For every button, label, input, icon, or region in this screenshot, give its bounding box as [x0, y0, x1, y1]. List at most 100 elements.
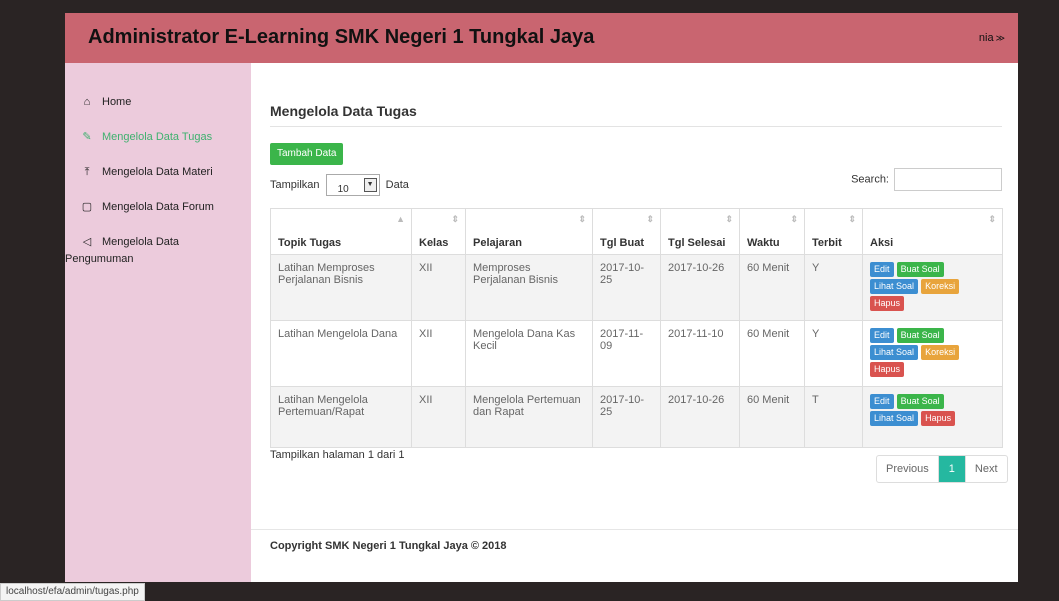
sort-icon: ⇕	[988, 214, 996, 224]
cell-terbit: Y	[804, 254, 863, 321]
edit-button[interactable]: Edit	[870, 328, 894, 343]
buat-soal-button[interactable]: Buat Soal	[896, 394, 944, 409]
sidebar-item-label: Mengelola Data Forum	[102, 201, 214, 213]
divider	[270, 126, 1002, 127]
length-value: 10	[337, 184, 349, 196]
cell-kelas: XII	[411, 386, 466, 448]
cell-topik: Latihan Memproses Perjalanan Bisnis	[270, 254, 412, 321]
footer-divider	[251, 529, 1018, 530]
table-info: Tampilkan halaman 1 dari 1	[270, 449, 405, 461]
cell-topik: Latihan Mengelola Dana	[270, 320, 412, 387]
sort-icon: ⇕	[848, 214, 856, 224]
cell-waktu: 60 Menit	[739, 254, 805, 321]
sort-asc-icon: ▲	[396, 214, 405, 224]
column-header-pelajaran[interactable]: ⇕ Pelajaran	[465, 208, 593, 255]
sidebar-item-label: Home	[102, 96, 132, 108]
pagination-previous[interactable]: Previous	[877, 456, 939, 482]
cell-tgl-buat: 2017-11-09	[592, 320, 661, 387]
lihat-soal-button[interactable]: Lihat Soal	[870, 411, 919, 426]
sidebar-item-pengumuman[interactable]: ◁ Mengelola Data Pengumuman	[65, 234, 180, 268]
cell-tgl-selesai: 2017-10-26	[660, 386, 740, 448]
pagination-page-current[interactable]: 1	[938, 456, 965, 482]
column-header-waktu[interactable]: ⇕ Waktu	[739, 208, 805, 255]
cell-terbit: T	[804, 386, 863, 448]
sort-icon: ⇕	[790, 214, 798, 224]
table-row: Latihan Mengelola Dana XII Mengelola Dan…	[270, 320, 1003, 387]
username: nia	[978, 32, 994, 44]
hapus-button[interactable]: Hapus	[921, 411, 956, 426]
browser-status-url: localhost/efa/admin/tugas.php	[0, 583, 145, 601]
pagination-next[interactable]: Next	[964, 456, 1007, 482]
sort-icon: ⇕	[578, 214, 586, 224]
app-frame: Administrator E-Learning SMK Negeri 1 Tu…	[65, 13, 1018, 582]
sidebar-item-tugas[interactable]: ✎ Mengelola Data Tugas	[80, 129, 212, 146]
sort-icon: ⇕	[725, 214, 733, 224]
sidebar-item-home[interactable]: ⌂ Home	[80, 94, 132, 111]
column-header-terbit[interactable]: ⇕ Terbit	[804, 208, 863, 255]
search-label: Search:	[851, 173, 889, 186]
buat-soal-button[interactable]: Buat Soal	[896, 262, 944, 277]
bullhorn-icon: ◁	[82, 236, 92, 248]
dropdown-arrow-icon: ▼	[363, 178, 377, 193]
add-data-button[interactable]: Tambah Data	[270, 143, 344, 165]
page-title: Mengelola Data Tugas	[270, 103, 417, 119]
hapus-button[interactable]: Hapus	[870, 296, 905, 311]
app-title: Administrator E-Learning SMK Negeri 1 Tu…	[88, 26, 595, 48]
lihat-soal-button[interactable]: Lihat Soal	[870, 279, 919, 294]
sidebar-item-label: Mengelola Data	[102, 236, 180, 248]
cell-pelajaran: Mengelola Dana Kas Kecil	[465, 320, 593, 387]
cell-tgl-selesai: 2017-10-26	[660, 254, 740, 321]
search-input[interactable]	[894, 168, 1002, 191]
cell-waktu: 60 Menit	[739, 320, 805, 387]
chevron-down-icon: ≫	[995, 33, 1005, 43]
edit-button[interactable]: Edit	[870, 394, 894, 409]
tasks-table: ▲ Topik Tugas ⇕ Kelas ⇕ Pelajaran ⇕ Tgl Buat…	[270, 208, 1003, 448]
buat-soal-button[interactable]: Buat Soal	[896, 328, 944, 343]
column-header-tgl-buat[interactable]: ⇕ Tgl Buat	[592, 208, 661, 255]
search-control: Search:	[851, 168, 1002, 191]
sidebar-item-label-line2: Pengumuman	[65, 253, 134, 265]
table-row: Latihan Memproses Perjalanan Bisnis XII …	[270, 254, 1003, 321]
table-row: Latihan Mengelola Pertemuan/Rapat XII Me…	[270, 386, 1003, 448]
user-menu[interactable]: nia ≫	[979, 32, 1005, 44]
cell-aksi: Edit Buat Soal Lihat Soal Koreksi Hapus	[862, 254, 1003, 321]
column-header-kelas[interactable]: ⇕ Kelas	[411, 208, 466, 255]
sidebar-item-label: Mengelola Data Tugas	[102, 131, 213, 143]
sidebar: ⌂ Home ✎ Mengelola Data Tugas ⤒ Mengelola D…	[65, 63, 251, 582]
length-suffix: Data	[385, 179, 409, 191]
sidebar-item-label: Mengelola Data Materi	[102, 166, 213, 178]
column-header-aksi[interactable]: ⇕ Aksi	[862, 208, 1003, 255]
cell-topik: Latihan Mengelola Pertemuan/Rapat	[270, 386, 412, 448]
sidebar-item-forum[interactable]: ▢ Mengelola Data Forum	[80, 199, 214, 216]
column-header-tgl-selesai[interactable]: ⇕ Tgl Selesai	[660, 208, 740, 255]
lihat-soal-button[interactable]: Lihat Soal	[870, 345, 919, 360]
koreksi-button[interactable]: Koreksi	[921, 279, 960, 294]
chat-icon: ▢	[81, 201, 93, 213]
table-header-row: ▲ Topik Tugas ⇕ Kelas ⇕ Pelajaran ⇕ Tgl Buat…	[270, 208, 1003, 255]
length-select[interactable]: 10 ▼	[325, 174, 380, 197]
cell-pelajaran: Mengelola Pertemuan dan Rapat	[465, 386, 593, 448]
cell-tgl-buat: 2017-10-25	[592, 254, 661, 321]
cell-kelas: XII	[411, 254, 466, 321]
top-navbar: Administrator E-Learning SMK Negeri 1 Tu…	[65, 13, 1018, 63]
length-prefix: Tampilkan	[270, 179, 320, 191]
sort-icon: ⇕	[646, 214, 654, 224]
cell-aksi: Edit Buat Soal Lihat Soal Koreksi Hapus	[862, 320, 1003, 387]
sort-icon: ⇕	[451, 214, 459, 224]
home-icon: ⌂	[83, 96, 91, 108]
koreksi-button[interactable]: Koreksi	[921, 345, 960, 360]
cell-tgl-selesai: 2017-11-10	[660, 320, 740, 387]
cell-pelajaran: Memproses Perjalanan Bisnis	[465, 254, 593, 321]
cell-kelas: XII	[411, 320, 466, 387]
cell-aksi: Edit Buat Soal Lihat Soal Hapus	[862, 386, 1003, 448]
sidebar-item-materi[interactable]: ⤒ Mengelola Data Materi	[80, 164, 213, 181]
column-header-topik[interactable]: ▲ Topik Tugas	[270, 208, 412, 255]
cell-terbit: Y	[804, 320, 863, 387]
pagination: Previous 1 Next	[876, 455, 1008, 483]
length-control: Tampilkan 10 ▼ Data	[270, 173, 409, 197]
hapus-button[interactable]: Hapus	[870, 362, 905, 377]
edit-button[interactable]: Edit	[870, 262, 894, 277]
cell-waktu: 60 Menit	[739, 386, 805, 448]
main-content: Mengelola Data Tugas Tambah Data Tampilk…	[251, 63, 1018, 582]
upload-icon: ⤒	[84, 166, 90, 178]
